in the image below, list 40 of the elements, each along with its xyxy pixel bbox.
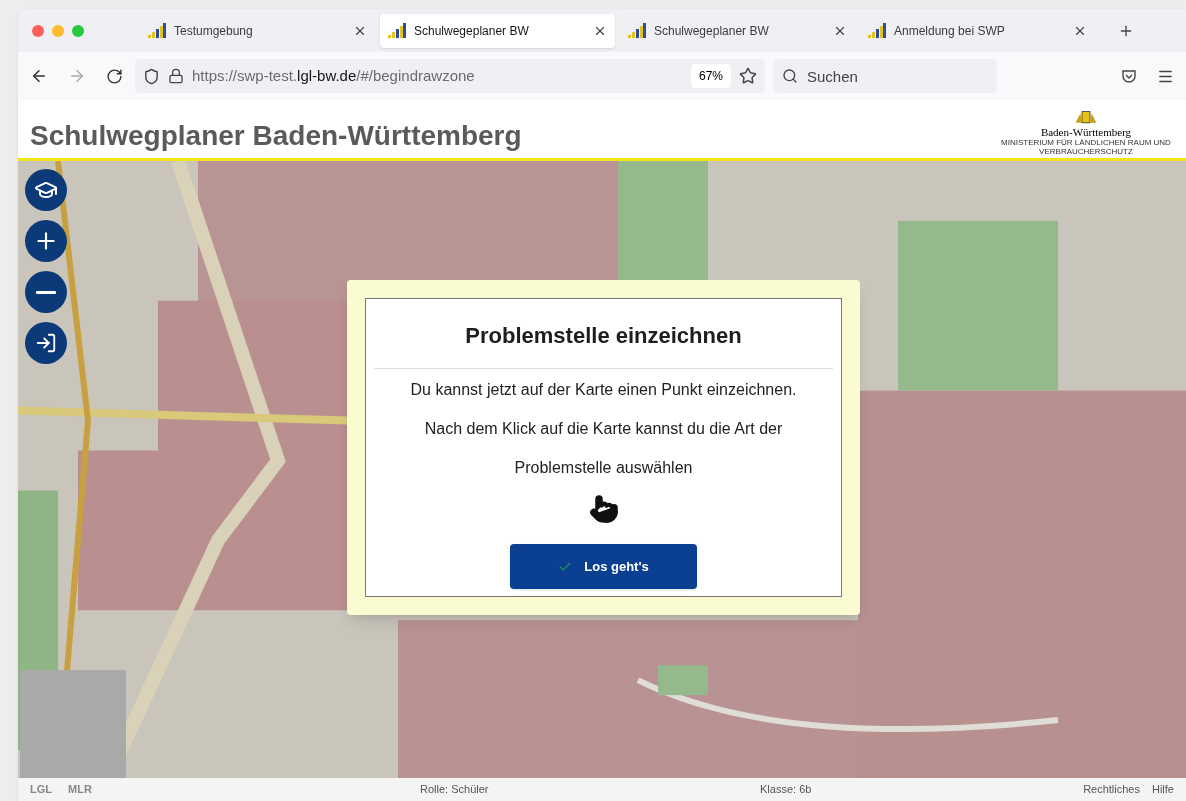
bar-chart-icon — [148, 22, 166, 39]
shield-icon — [143, 67, 160, 85]
url-text: https://swp-test.lgl-bw.de/#/begindrawzone — [192, 65, 476, 86]
class-text: Klasse: 6b — [760, 782, 812, 798]
address-bar[interactable]: https://swp-test.lgl-bw.de/#/begindrawzone 67% — [135, 59, 765, 93]
tab-title: Anmeldung bei SWP — [894, 22, 1006, 40]
search-icon — [782, 68, 798, 84]
dialog-text: Nach dem Klick auf die Karte kannst du die Art der — [424, 419, 783, 439]
browser-tab[interactable]: Anmeldung bei SWP — [860, 13, 1095, 48]
ministry-text: MINISTERIUM FÜR LÄNDLICHEN RAUM UND VERBRAUCHERSCHUTZ — [1000, 138, 1172, 156]
footer-link[interactable]: Rechtliches — [1083, 781, 1140, 798]
logo-text: Baden-Württemberg — [1040, 126, 1132, 138]
pointing-hand-icon — [588, 494, 619, 524]
zoom-level[interactable]: 67% — [690, 64, 731, 88]
browser-tab[interactable]: Schulwegeplaner BW — [620, 13, 855, 48]
footer-link[interactable]: Hilfe — [1152, 781, 1174, 798]
search-field[interactable]: Suchen — [773, 59, 997, 93]
lock-icon — [168, 68, 184, 84]
dialog-text: Problemstelle auswählen — [514, 458, 693, 478]
dialog-title: Problemstelle einzeichnen — [465, 322, 742, 350]
start-button[interactable]: Los geht's — [510, 544, 697, 589]
pocket-icon[interactable] — [1121, 67, 1137, 84]
browser-tab[interactable]: Schulwegeplaner BW — [380, 13, 615, 48]
bar-chart-icon — [628, 22, 646, 39]
coat-of-arms-icon — [1074, 110, 1098, 126]
role-text: Rolle: Schüler — [420, 782, 490, 798]
tab-title: Testumgebung — [174, 22, 254, 40]
tab-title: Schulwegeplaner BW — [654, 22, 770, 40]
dialog-text: Du kannst jetzt auf der Karte einen Punkt einzeichnen. — [410, 380, 797, 400]
reload-icon[interactable] — [106, 67, 123, 85]
bookmark-star-icon[interactable] — [739, 67, 757, 85]
close-window-button[interactable] — [32, 24, 44, 37]
bar-chart-icon — [388, 22, 406, 39]
browser-tab[interactable]: Testumgebung — [140, 13, 375, 48]
bar-chart-icon — [868, 22, 886, 39]
login-icon — [35, 332, 57, 354]
app-title: Schulwegplaner Baden-Württemberg — [30, 119, 522, 153]
back-icon[interactable] — [30, 67, 48, 85]
minus-icon — [36, 290, 56, 294]
tab-title: Schulwegeplaner BW — [414, 22, 530, 40]
